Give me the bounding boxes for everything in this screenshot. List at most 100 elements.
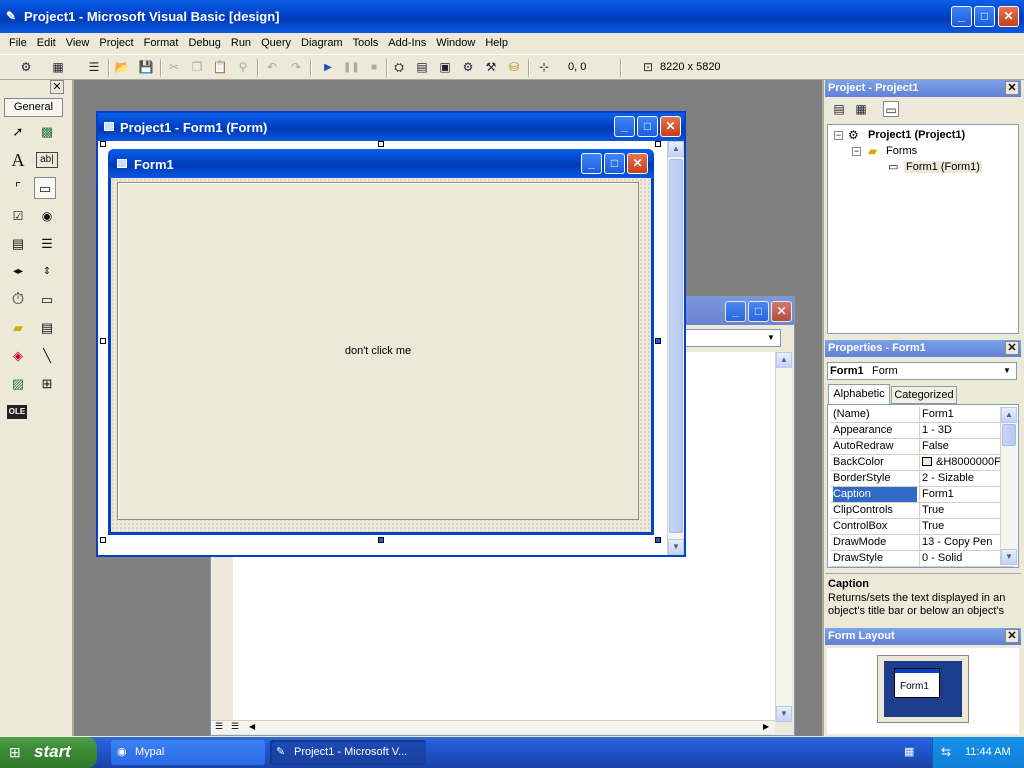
shape-icon[interactable]: ◈ — [7, 345, 29, 367]
properties-scroll-thumb[interactable] — [1002, 424, 1016, 446]
start-icon[interactable]: ▶ — [320, 60, 336, 76]
form-designer-vertical-scrollbar[interactable]: ▲ ▼ — [667, 141, 684, 555]
property-value[interactable]: 13 - Copy Pen — [919, 535, 1013, 550]
dirlistbox-icon[interactable]: ▰ — [7, 317, 29, 339]
form-designer-minimize-button[interactable]: _ — [614, 116, 635, 137]
menu-editor-icon[interactable]: ☰ — [86, 59, 102, 75]
form1-tree-item[interactable]: Form1 (Form1) — [904, 161, 982, 173]
menu-run[interactable]: Run — [226, 33, 256, 53]
expand-project-icon[interactable]: − — [834, 131, 843, 140]
optionbutton-icon[interactable]: ◉ — [36, 205, 58, 227]
tab-categorized[interactable]: Categorized — [891, 386, 957, 404]
property-row[interactable]: Caption Form1 — [830, 487, 1014, 503]
resize-handle-top-left[interactable] — [100, 141, 106, 147]
designer-scroll-down-icon[interactable]: ▼ — [668, 539, 684, 555]
property-value[interactable]: Form1 — [919, 407, 1013, 422]
object-dropdown-icon[interactable]: ▼ — [1000, 364, 1014, 378]
tab-alphabetic[interactable]: Alphabetic — [828, 384, 890, 404]
full-module-view-icon[interactable]: ☰ — [231, 721, 239, 732]
toolbox-icon[interactable]: ⚒ — [483, 59, 499, 75]
add-form-icon[interactable]: ▦ — [50, 59, 66, 75]
menu-format[interactable]: Format — [139, 33, 184, 53]
form-layout-close-button[interactable]: ✕ — [1005, 629, 1019, 643]
image-icon[interactable]: ▨ — [7, 373, 29, 395]
ole-icon[interactable]: OLE — [7, 405, 27, 419]
form1-layout-preview[interactable]: Form1 — [894, 668, 940, 698]
close-button[interactable]: ✕ — [998, 6, 1019, 27]
resize-handle-top-right[interactable] — [655, 141, 661, 147]
maximize-button[interactable]: □ — [974, 6, 995, 27]
break-icon[interactable]: ❚❚ — [343, 60, 360, 76]
minimize-button[interactable]: _ — [951, 6, 972, 27]
resize-handle-left[interactable] — [100, 338, 106, 344]
property-row[interactable]: BorderStyle 2 - Sizable — [830, 471, 1014, 487]
property-value[interactable]: &H8000000F — [919, 455, 1013, 470]
hscrollbar-icon[interactable]: ◂▸ — [7, 261, 29, 283]
menu-addins[interactable]: Add-Ins — [383, 33, 431, 53]
project-explorer-close-button[interactable]: ✕ — [1005, 81, 1019, 95]
checkbox-icon[interactable]: ☑ — [7, 205, 29, 227]
menu-view[interactable]: View — [61, 33, 95, 53]
undo-icon[interactable]: ↶ — [264, 59, 280, 75]
menu-help[interactable]: Help — [480, 33, 513, 53]
view-code-icon[interactable]: ▤ — [831, 101, 847, 117]
menu-tools[interactable]: Tools — [348, 33, 384, 53]
scroll-left-icon[interactable]: ◀ — [249, 722, 255, 731]
property-value[interactable]: 2 - Sizable — [919, 471, 1013, 486]
timer-icon[interactable]: ⏱ — [7, 289, 29, 311]
frame-icon[interactable]: ⌜ — [7, 177, 29, 199]
menu-debug[interactable]: Debug — [183, 33, 225, 53]
resize-handle-bottom-right[interactable] — [655, 537, 661, 543]
form-designer-maximize-button[interactable]: □ — [637, 116, 658, 137]
code-minimize-button[interactable]: _ — [725, 301, 746, 322]
menu-diagram[interactable]: Diagram — [296, 33, 348, 53]
property-value[interactable]: 1 - 3D — [919, 423, 1013, 438]
procedure-view-icon[interactable]: ☰ — [215, 721, 223, 732]
designer-scroll-up-icon[interactable]: ▲ — [668, 141, 684, 157]
data-view-icon[interactable]: ⛁ — [506, 59, 522, 75]
toolbox-close-button[interactable]: ✕ — [50, 80, 64, 94]
properties-close-button[interactable]: ✕ — [1005, 341, 1019, 355]
copy-icon[interactable]: ❐ — [189, 59, 205, 75]
resize-handle-right[interactable] — [655, 338, 661, 344]
add-project-icon[interactable]: ⚙ — [18, 59, 34, 75]
label-icon[interactable]: A — [7, 149, 29, 171]
component-icon[interactable]: ⊹ — [536, 59, 552, 75]
toolbox-tab-general[interactable]: General — [4, 98, 63, 117]
form-designer-close-button[interactable]: ✕ — [660, 116, 681, 137]
code-vertical-scrollbar[interactable]: ▲ ▼ — [775, 352, 792, 722]
network-icon[interactable]: ⇆ — [941, 745, 951, 759]
taskbar-item-vb[interactable]: ✎ Project1 - Microsoft V... — [270, 740, 426, 765]
listbox-icon[interactable]: ☰ — [36, 233, 58, 255]
vscrollbar-icon[interactable]: ⇕ — [36, 261, 58, 283]
menu-file[interactable]: File — [4, 33, 32, 53]
language-bar-icon[interactable]: ▦ — [904, 745, 920, 759]
textbox-icon[interactable]: ab| — [36, 152, 58, 168]
properties-vertical-scrollbar[interactable]: ▲ ▼ — [1000, 407, 1017, 565]
code-maximize-button[interactable]: □ — [748, 301, 769, 322]
commandbutton-icon[interactable]: ▭ — [34, 177, 56, 199]
code-horizontal-scrollbar[interactable]: ☰ ☰ ◀ ▶ — [211, 720, 775, 734]
property-row[interactable]: ClipControls True — [830, 503, 1014, 519]
open-icon[interactable]: 📂 — [114, 59, 130, 75]
line-icon[interactable]: ╲ — [36, 345, 58, 367]
properties-scroll-up-icon[interactable]: ▲ — [1001, 407, 1017, 423]
dont-click-me-button[interactable]: don't click me — [117, 182, 639, 520]
property-value[interactable]: Form1 — [919, 487, 1013, 502]
pointer-icon[interactable]: ➚ — [7, 121, 29, 143]
form1-design-surface[interactable]: Form1 _ □ ✕ don't click me — [108, 149, 654, 535]
cut-icon[interactable]: ✂ — [166, 59, 182, 75]
menu-edit[interactable]: Edit — [32, 33, 61, 53]
expand-forms-icon[interactable]: − — [852, 147, 861, 156]
property-row[interactable]: (Name) Form1 — [830, 407, 1014, 423]
designer-scroll-thumb[interactable] — [669, 159, 683, 533]
property-value[interactable]: True — [919, 503, 1013, 518]
property-row[interactable]: AutoRedraw False — [830, 439, 1014, 455]
project-explorer-icon[interactable]: ⛭ — [391, 59, 407, 75]
code-close-button[interactable]: ✕ — [771, 301, 792, 322]
forms-folder-label[interactable]: Forms — [886, 145, 917, 157]
property-row[interactable]: ControlBox True — [830, 519, 1014, 535]
property-row[interactable]: Appearance 1 - 3D — [830, 423, 1014, 439]
picturebox-icon[interactable]: ▩ — [36, 121, 58, 143]
resize-handle-bottom[interactable] — [378, 537, 384, 543]
